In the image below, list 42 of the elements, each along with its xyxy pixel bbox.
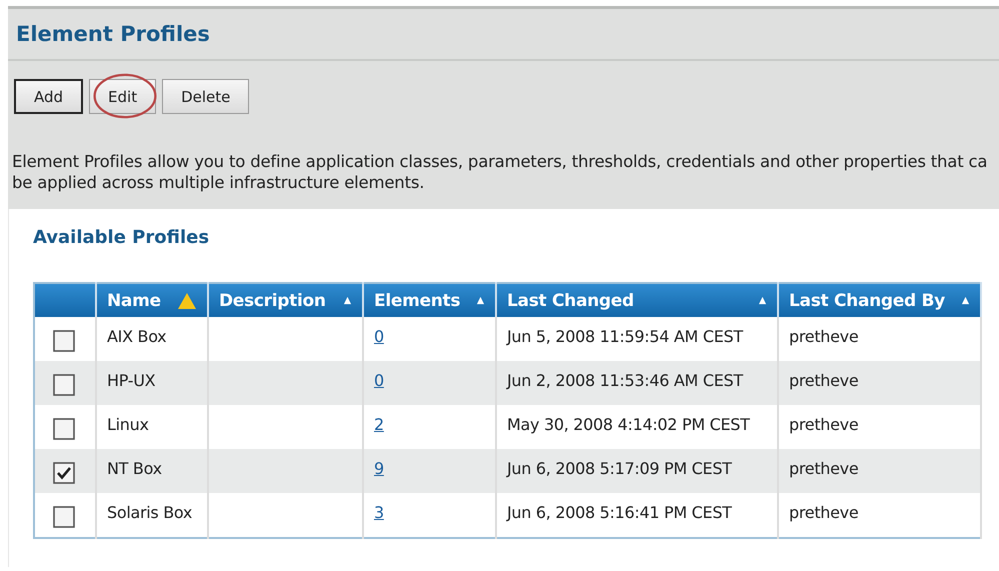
table-cell: Solaris Box <box>107 503 192 522</box>
table-cell: Jun 2, 2008 11:53:46 AM CEST <box>507 371 743 390</box>
elements-link[interactable]: 0 <box>374 371 384 390</box>
table-cell: May 30, 2008 4:14:02 PM CEST <box>507 415 750 434</box>
elements-link[interactable]: 2 <box>374 415 384 434</box>
table-cell: pretheve <box>789 503 858 522</box>
table-cell: pretheve <box>789 371 858 390</box>
column-header[interactable]: Last Changed <box>496 283 778 317</box>
sort-icon[interactable] <box>758 296 767 305</box>
column-header[interactable]: Elements <box>363 283 496 317</box>
column-header[interactable]: Name <box>96 283 208 317</box>
sort-icon[interactable] <box>961 296 970 305</box>
section-title: Available Profiles <box>33 227 210 248</box>
table-cell: Linux <box>107 415 149 434</box>
sort-icon[interactable] <box>476 296 485 305</box>
elements-link[interactable]: 0 <box>374 327 384 346</box>
table-cell: Jun 6, 2008 5:16:41 PM CEST <box>507 503 732 522</box>
column-header <box>34 283 96 317</box>
table-cell: HP-UX <box>107 371 156 390</box>
checkbox[interactable] <box>53 506 75 528</box>
sort-icon[interactable] <box>343 296 352 305</box>
table-cell: Jun 5, 2008 11:59:54 AM CEST <box>507 327 743 346</box>
elements-link[interactable]: 3 <box>374 503 384 522</box>
table-cell: pretheve <box>789 459 858 478</box>
toolbar-button[interactable]: Edit <box>89 79 156 114</box>
table-cell: AIX Box <box>107 327 166 346</box>
checkbox[interactable] <box>53 374 75 396</box>
table-cell: NT Box <box>107 459 162 478</box>
checkbox[interactable] <box>53 462 75 484</box>
table-cell: Jun 6, 2008 5:17:09 PM CEST <box>507 459 732 478</box>
table-cell: pretheve <box>789 327 858 346</box>
column-header[interactable]: Description <box>208 283 363 317</box>
column-header[interactable]: Last Changed By <box>778 283 981 317</box>
checkbox[interactable] <box>53 330 75 352</box>
elements-link[interactable]: 9 <box>374 459 384 478</box>
description-text: Element Profiles allow you to define application classes, parameters, thresholds, credentials and other properties that ca be applied across multiple infrastructure elements. <box>8 123 999 209</box>
checkbox[interactable] <box>53 418 75 440</box>
page-title: Element Profiles <box>16 22 210 46</box>
toolbar-button[interactable]: Add <box>14 79 84 114</box>
table-cell: pretheve <box>789 415 858 434</box>
toolbar-button[interactable]: Delete <box>162 79 250 114</box>
sort-icon[interactable] <box>177 292 197 310</box>
